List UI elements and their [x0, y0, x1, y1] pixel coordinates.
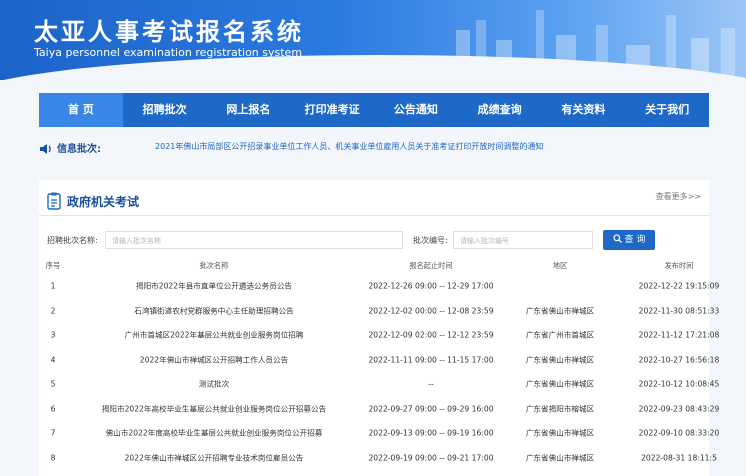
- site-title: 太亚人事考试报名系统: [34, 18, 304, 46]
- main-nav: 首 页 招聘批次 网上报名 打印准考证 公告通知 成绩查询 有关资料 关于我们: [39, 93, 709, 127]
- nav-score-query[interactable]: 成绩查询: [458, 93, 542, 127]
- row-batch-name[interactable]: 2022年佛山市禅城区公开招聘工作人员公告: [140, 354, 288, 365]
- row-period: 2022-11-11 09:00 -- 11-15 17:00: [368, 355, 494, 365]
- row-period: 2022-09-19 09:00 -- 09-21 17:00: [368, 453, 494, 463]
- nav-about-us[interactable]: 关于我们: [625, 93, 709, 127]
- row-region: 广东省佛山市禅城区: [525, 428, 595, 438]
- nav-print-admission-ticket[interactable]: 打印准考证: [290, 93, 374, 127]
- row-no: 5: [50, 379, 56, 389]
- row-batch-name[interactable]: 广州市首城区2022年基层公共就业创业服务岗位招聘: [125, 330, 304, 341]
- notice-bar: 信息批次: 2021年佛山市局部区公开招录事业单位工作人员、机关事业单位雇用人员…: [39, 138, 709, 156]
- row-no: 8: [50, 453, 56, 463]
- col-batch-name: 批次名称: [199, 261, 229, 270]
- col-no: 序号: [45, 261, 61, 270]
- row-published: 2022-08-31 18:11:5: [641, 453, 717, 463]
- row-published: 2022-11-12 17:21:08: [638, 330, 720, 340]
- nav-materials[interactable]: 有关资料: [542, 93, 626, 127]
- row-no: 3: [50, 330, 56, 340]
- row-period: 2022-09-27 09:00 -- 09-29 16:00: [368, 404, 494, 414]
- view-more-link[interactable]: 查看更多>>: [656, 191, 701, 202]
- site-subtitle: Taiya personnel examination registration…: [34, 46, 303, 59]
- search-button[interactable]: 查 询: [603, 230, 655, 250]
- row-period: 2022-12-26 09:00 -- 12-29 17:00: [368, 281, 494, 291]
- row-period: 2022-12-02 00:00 -- 12-08 23:59: [368, 306, 494, 316]
- row-region: 广东省广州市首城区: [525, 330, 595, 340]
- row-no: 2: [50, 306, 56, 316]
- search-icon: [613, 234, 622, 243]
- table-row[interactable]: 3 广州市首城区2022年基层公共就业创业服务岗位招聘 2022-12-09 0…: [39, 323, 720, 348]
- row-published: 2022-09-10 08:33:20: [638, 428, 720, 438]
- notice-link[interactable]: 2021年佛山市局部区公开招录事业单位工作人员、机关事业单位雇用人员关于准考证打…: [155, 141, 543, 152]
- row-region: 广东省佛山市禅城区: [525, 306, 595, 316]
- row-region: 广东省佛山市禅城区: [525, 379, 595, 389]
- table-row[interactable]: 7 佛山市2022年度高校毕业生基层公共就业创业服务岗位公开招募 2022-09…: [39, 421, 720, 446]
- row-period: 2022-09-13 09:00 -- 09-19 16:00: [368, 428, 494, 438]
- government-exam-panel: 政府机关考试 查看更多>> 招聘批次名称: 请输入批次名称 批次编号: 请输入批…: [39, 180, 720, 476]
- search-form: 招聘批次名称: 请输入批次名称 批次编号: 请输入批次编号 查 询: [47, 230, 701, 251]
- table-row[interactable]: 1 揭阳市2022年县市直单位公开遴选公务员公告 2022-12-26 09:0…: [39, 274, 720, 299]
- nav-announcements[interactable]: 公告通知: [374, 93, 458, 127]
- row-published: 2022-11-30 08:51:33: [638, 306, 720, 316]
- table-row[interactable]: 8 2022年佛山市禅城区公开招聘专业技术岗位雇员公告 2022-09-19 0…: [39, 446, 717, 471]
- row-no: 4: [50, 355, 56, 365]
- row-period: --: [428, 379, 434, 389]
- row-published: 2022-09-23 08:43:29: [638, 404, 720, 414]
- nav-online-registration[interactable]: 网上报名: [207, 93, 291, 127]
- row-batch-name[interactable]: 揭阳市2022年高校毕业生基层公共就业创业服务岗位公开招募公告: [102, 403, 326, 414]
- row-published: 2022-12-22 19:15:09: [638, 281, 720, 291]
- row-no: 7: [50, 428, 56, 438]
- row-published: 2022-10-12 10:08:45: [638, 379, 720, 389]
- nav-recruitment-batches[interactable]: 招聘批次: [123, 93, 207, 127]
- table-header: 序号 批次名称 报名起止时间 地区 发布时间: [39, 258, 709, 274]
- panel-title: 政府机关考试: [67, 195, 140, 209]
- row-batch-name[interactable]: 佛山市2022年度高校毕业生基层公共就业创业服务岗位公开招募: [106, 428, 323, 439]
- row-no: 6: [50, 404, 56, 414]
- row-no: 1: [50, 281, 56, 291]
- row-period: 2022-12-09 02:00 -- 12-12 23:59: [368, 330, 494, 340]
- table-row[interactable]: 5 测试批次 -- 广东省佛山市禅城区 2022-10-12 10:08:45: [39, 372, 720, 397]
- batch-name-input[interactable]: 请输入批次名称: [105, 231, 403, 249]
- row-batch-name[interactable]: 石湾镇街道农村党群服务中心主任助理招聘公告: [134, 305, 293, 316]
- batch-no-input[interactable]: 请输入批次编号: [453, 231, 593, 249]
- row-region: 广东省佛山市禅城区: [525, 355, 595, 365]
- row-batch-name[interactable]: 揭阳市2022年县市直单位公开遴选公务员公告: [136, 281, 292, 292]
- row-batch-name[interactable]: 2022年佛山市禅城区公开招聘专业技术岗位雇员公告: [125, 452, 304, 463]
- search-button-label: 查 询: [624, 235, 646, 245]
- col-region: 地区: [552, 261, 568, 270]
- row-region: 广东省佛山市禅城区: [525, 453, 595, 463]
- col-publish-time: 发布时间: [664, 261, 694, 270]
- batch-no-label: 批次编号:: [413, 236, 448, 245]
- batch-name-label: 招聘批次名称:: [47, 236, 98, 245]
- row-batch-name[interactable]: 测试批次: [199, 379, 229, 390]
- site-header: 太亚人事考试报名系统 Taiya personnel examination r…: [0, 0, 746, 80]
- col-registration-period: 报名起止时间: [409, 261, 453, 270]
- panel-divider: [39, 215, 709, 216]
- table-row[interactable]: 6 揭阳市2022年高校毕业生基层公共就业创业服务岗位公开招募公告 2022-0…: [39, 397, 720, 422]
- row-region: 广东省揭阳市榕城区: [525, 404, 595, 414]
- nav-home[interactable]: 首 页: [39, 93, 123, 127]
- speaker-icon: [39, 140, 53, 159]
- document-icon: [47, 192, 61, 214]
- table-row[interactable]: 2 石湾镇街道农村党群服务中心主任助理招聘公告 2022-12-02 00:00…: [39, 299, 720, 324]
- row-published: 2022-10-27 16:56:18: [638, 355, 720, 365]
- notice-label: 信息批次:: [57, 144, 101, 155]
- batch-table: 序号 批次名称 报名起止时间 地区 发布时间 1 揭阳市2022年县市直单位公开…: [39, 258, 720, 471]
- table-row[interactable]: 4 2022年佛山市禅城区公开招聘工作人员公告 2022-11-11 09:00…: [39, 348, 720, 373]
